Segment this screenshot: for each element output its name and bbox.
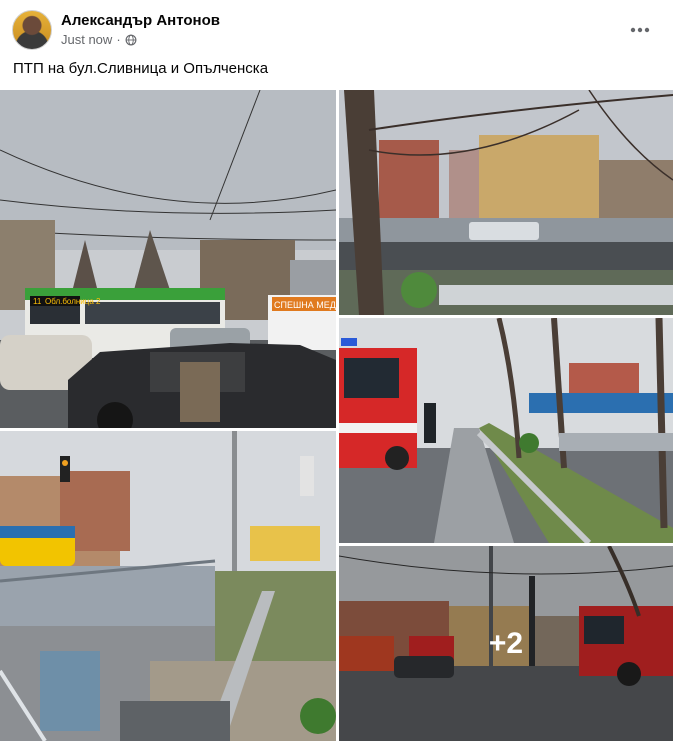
photo-bridge-overturned-car[interactable] xyxy=(0,431,336,741)
more-photos-count: +2 xyxy=(488,626,524,660)
photo-bridge-trees[interactable] xyxy=(339,90,673,315)
photo-fire-truck-street[interactable] xyxy=(339,318,673,543)
bus-line-number: 11 xyxy=(33,297,42,306)
author-avatar[interactable] xyxy=(12,10,52,50)
ambulance-label: СПЕШНА МЕДИЦ... xyxy=(274,300,336,310)
post-card: Александър Антонов Just now · ПТП на бул… xyxy=(0,0,673,741)
author-name[interactable]: Александър Антонов xyxy=(61,12,220,29)
globe-icon xyxy=(125,34,137,45)
more-dots-icon xyxy=(630,27,650,33)
post-header: Александър Антонов Just now · xyxy=(12,10,662,54)
photo-street-bus-crash[interactable]: 11 Обл.болница 2 СПЕШНА МЕДИЦ... xyxy=(0,90,336,428)
post-meta: Just now · xyxy=(61,32,137,47)
more-options-button[interactable] xyxy=(622,16,658,44)
photo-grid: 11 Обл.болница 2 СПЕШНА МЕДИЦ... xyxy=(0,90,673,741)
more-photos-overlay[interactable]: +2 xyxy=(339,546,673,741)
post-text: ПТП на бул.Сливница и Опълченска xyxy=(13,60,269,77)
photo-intersection-more[interactable]: +2 xyxy=(339,546,673,741)
bus-destination: Обл.болница 2 xyxy=(45,297,101,306)
post-timestamp[interactable]: Just now xyxy=(61,32,112,47)
